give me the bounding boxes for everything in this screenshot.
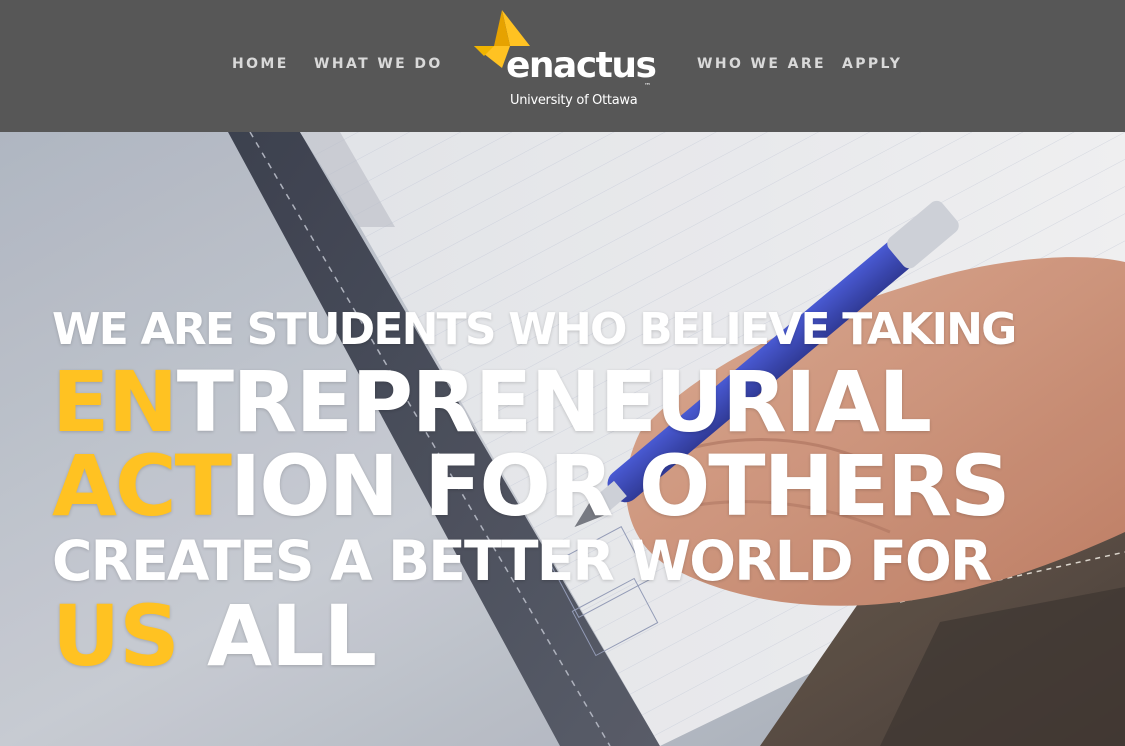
nav-apply-link[interactable]: APPLY [842,56,902,72]
headline-line-4: CREATES A BETTER WORLD FOR [52,529,992,593]
headline-line-5: US ALL [52,594,1082,678]
headline-highlight-us: US [52,587,180,685]
hero-banner: WE ARE STUDENTS WHO BELIEVE TAKING ENTRE… [0,132,1125,746]
headline-line-3-rest: ION FOR OTHERS [229,437,1010,535]
site-header: HOME WHAT WE DO enactus ™ University of … [0,0,1125,132]
nav-who-we-are-link[interactable]: WHO WE ARE [697,56,826,72]
enactus-logo[interactable]: enactus ™ University of Ottawa [474,10,657,114]
headline-line-3: ACTION FOR OTHERS [52,444,1082,530]
nav-home-link[interactable]: HOME [232,56,289,72]
hero-headline: WE ARE STUDENTS WHO BELIEVE TAKING ENTRE… [52,308,1082,679]
page: HOME WHAT WE DO enactus ™ University of … [0,0,1125,746]
headline-line-5-rest: ALL [178,587,377,685]
logo-subtitle: University of Ottawa [510,93,638,108]
logo-trademark: ™ [644,82,651,90]
logo-wordmark: enactus [506,45,657,86]
nav-what-we-do-link[interactable]: WHAT WE DO [314,56,443,72]
headline-highlight-act: ACT [52,437,232,535]
headline-line-2: ENTREPRENEURIAL [52,360,1082,444]
